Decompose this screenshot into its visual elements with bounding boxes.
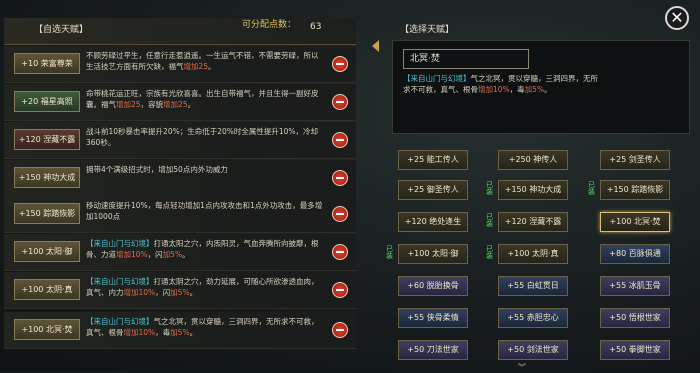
talent-option-card[interactable]: +55 冰肌玉骨 bbox=[600, 276, 670, 296]
choose-talents-panel: 【选择天赋】 ✕ 北冥·焚 【来自山门与幻境】气之北冥，贯以穿髓，三洞四界，无所… bbox=[368, 0, 700, 372]
talent-option-card[interactable]: +50 刀法世家 bbox=[398, 340, 468, 360]
remove-talent-button[interactable] bbox=[332, 322, 348, 338]
remove-talent-button[interactable] bbox=[332, 206, 348, 222]
talent-option-card[interactable]: +80 百脉俱通 bbox=[600, 244, 670, 264]
talent-option-card[interactable]: +120 涅藏不露 bbox=[498, 212, 568, 232]
owned-badge: 已装 bbox=[486, 181, 493, 196]
talent-option-card[interactable]: +25 能工传人 bbox=[398, 150, 468, 170]
talent-option-card[interactable]: +250 神传人 bbox=[498, 150, 568, 170]
selected-talent-row: +10 荣富尊荣 不顾劳碌过平生，任意行走惹逍遥。一生运气不错，不需要劳碌，所以生… bbox=[4, 46, 356, 83]
remove-talent-button[interactable] bbox=[332, 244, 348, 260]
talent-option-card[interactable]: +55 赤胆忠心 bbox=[498, 308, 568, 328]
talent-description: 移动速度提升10%，每点轻功增加1点内攻攻击和1点外功攻击，最多增加1000点 bbox=[86, 201, 323, 221]
talent-description: 【来自山门与幻境】打通太阳之穴，内炁阳灵，气血奔腾所向披靡，根骨、力道增加10%… bbox=[86, 239, 319, 259]
selected-talent-row: +20 福星高照 命带桃花运正旺，宗族有光欣喜喜。出生自带福气，并且生得一副好皮囊… bbox=[4, 84, 356, 121]
talent-option-card[interactable]: +50 悟根世家 bbox=[600, 308, 670, 328]
talent-detail-box: 北冥·焚 【来自山门与幻境】气之北冥，贯以穿髓，三洞四界，无所求不可救，真气、根… bbox=[392, 40, 690, 134]
talent-option-card[interactable]: +50 拳脚世家 bbox=[600, 340, 670, 360]
collapse-arrow-icon[interactable] bbox=[372, 40, 379, 52]
talent-tag[interactable]: +150 踪踏恢影 bbox=[14, 203, 80, 224]
talent-description: 不顾劳碌过平生，任意行走惹逍遥。一生运气不错，不需要劳碌，所以生活技艺方面有所欠… bbox=[86, 51, 319, 71]
talent-option-card[interactable]: +55 白虹贯日 bbox=[498, 276, 568, 296]
talent-detail-description: 【来自山门与幻境】气之北冥，贯以穿髓，三洞四界，无所求不可救，真气、根骨增加10… bbox=[403, 74, 598, 94]
remove-talent-button[interactable] bbox=[332, 94, 348, 110]
choose-talents-title: 【选择天赋】 bbox=[400, 25, 455, 35]
selected-talents-header: 【自选天赋】 可分配点数： 63 bbox=[4, 18, 356, 45]
talent-description: 命带桃花运正旺，宗族有光欣喜喜。出生自带福气，并且生得一副好皮囊。福气增加25，… bbox=[86, 89, 319, 109]
selected-talent-row: +150 踪踏恢影 移动速度提升10%，每点轻功增加1点内攻攻击和1点外功攻击，最… bbox=[4, 196, 356, 233]
selected-talents-title: 【自选天赋】 bbox=[34, 25, 89, 35]
selected-talent-row: +150 神功大成 拥带4个满级招式时，增加50点内外功威力 bbox=[4, 160, 356, 197]
available-points-label: 可分配点数： bbox=[242, 20, 297, 30]
owned-badge: 已装 bbox=[486, 213, 493, 228]
talent-option-card[interactable]: +60 脱胎换骨 bbox=[398, 276, 468, 296]
talent-tag[interactable]: +100 太阳·御 bbox=[14, 241, 80, 262]
selected-talents-panel: 【自选天赋】 可分配点数： 63 +10 荣富尊荣 不顾劳碌过平生，任意行走惹逍遥… bbox=[4, 0, 356, 371]
talent-option-card[interactable]: +50 剑法世家 bbox=[498, 340, 568, 360]
talent-option-card[interactable]: +100 北冥·焚 bbox=[600, 212, 670, 232]
owned-badge: 已装 bbox=[486, 245, 493, 260]
talent-tag[interactable]: +150 神功大成 bbox=[14, 167, 80, 188]
talent-tag[interactable]: +20 福星高照 bbox=[14, 91, 80, 112]
talent-description: 【来自山门与幻境】打通太阴之穴，劲力延展，可随心所欲渗透血肉，真气、内力增加10… bbox=[86, 277, 319, 297]
selected-talent-row: +120 涅藏不露 战斗前10秒暴击率提升20%；生命低于20%时全属性提升10%… bbox=[4, 122, 356, 159]
available-points-value: 63 bbox=[310, 22, 322, 32]
remove-talent-button[interactable] bbox=[332, 56, 348, 72]
remove-talent-button[interactable] bbox=[332, 282, 348, 298]
talent-tag[interactable]: +100 北冥·焚 bbox=[14, 319, 80, 340]
talent-option-card[interactable]: +120 绝处逢生 bbox=[398, 212, 468, 232]
scroll-down-icon[interactable]: ︾ bbox=[518, 362, 530, 372]
talent-tag[interactable]: +120 涅藏不露 bbox=[14, 129, 80, 150]
talent-option-card[interactable]: +55 侠骨柔情 bbox=[398, 308, 468, 328]
talent-option-card[interactable]: +25 剑圣传人 bbox=[600, 150, 670, 170]
talent-description: 【来自山门与幻境】气之北冥，贯以穿髓，三洞四界，无所求不可救，真气、根骨增加10… bbox=[86, 317, 319, 337]
selected-talent-row: +100 北冥·焚 【来自山门与幻境】气之北冥，贯以穿髓，三洞四界，无所求不可救，… bbox=[4, 312, 356, 349]
talent-option-card[interactable]: +150 神功大成 bbox=[498, 180, 568, 200]
talent-tag[interactable]: +10 荣富尊荣 bbox=[14, 53, 80, 74]
talent-option-card[interactable]: +100 太阳·御 bbox=[398, 244, 468, 264]
remove-talent-button[interactable] bbox=[332, 170, 348, 186]
owned-badge: 已装 bbox=[386, 245, 393, 260]
talent-option-card[interactable]: +100 太阴·真 bbox=[498, 244, 568, 264]
owned-badge: 已装 bbox=[588, 181, 595, 196]
talent-description: 战斗前10秒暴击率提升20%；生命低于20%时全属性提升10%，冷却360秒。 bbox=[86, 127, 319, 147]
talent-option-card[interactable]: +25 御圣传人 bbox=[398, 180, 468, 200]
remove-talent-button[interactable] bbox=[332, 132, 348, 148]
talent-tag[interactable]: +100 太阴·真 bbox=[14, 279, 80, 300]
talent-detail-name: 北冥·焚 bbox=[403, 49, 529, 69]
talent-option-card[interactable]: +150 踪踏恢影 bbox=[600, 180, 670, 200]
talent-description: 拥带4个满级招式时，增加50点内外功威力 bbox=[86, 165, 228, 174]
close-button[interactable]: ✕ bbox=[665, 6, 689, 30]
selected-talent-row: +100 太阳·御 【来自山门与幻境】打通太阳之穴，内炁阳灵，气血奔腾所向披靡，根… bbox=[4, 234, 356, 271]
selected-talent-row: +100 太阴·真 【来自山门与幻境】打通太阴之穴，劲力延展，可随心所欲渗透血肉，… bbox=[4, 272, 356, 309]
